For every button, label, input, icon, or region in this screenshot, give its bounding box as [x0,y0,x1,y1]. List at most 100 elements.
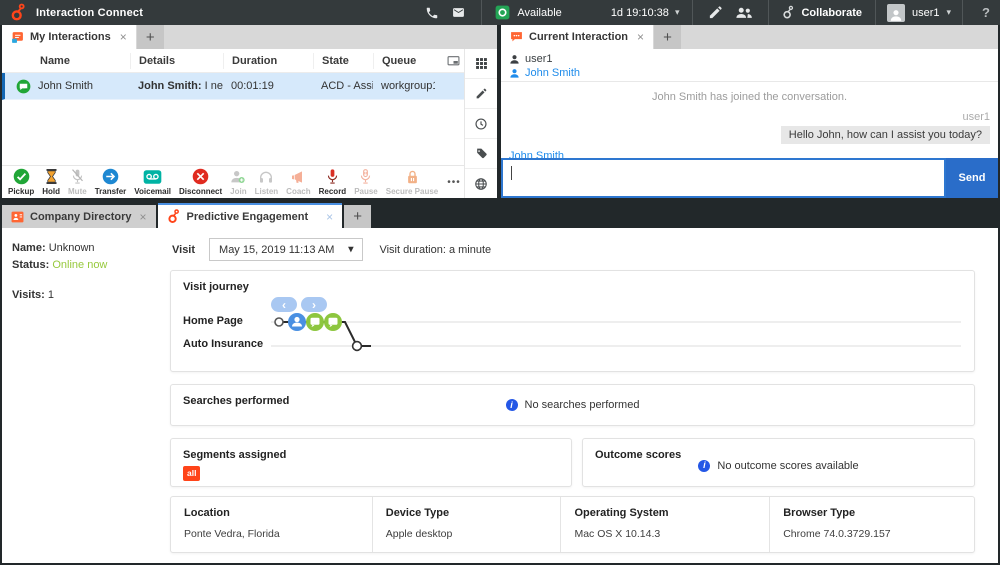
notes-pencil-icon[interactable] [465,79,497,109]
cell-duration: 00:01:19 [223,80,313,92]
segment-tag[interactable]: all [183,466,200,481]
chat-interaction-icon [16,79,31,94]
interaction-command-toolbar: Pickup Hold Mute Transfer Voicemail Disc… [2,165,464,198]
add-tab-button[interactable]: + [654,25,681,49]
segments-assigned-card: Segments assigned all [170,438,572,487]
visit-label: Visit [172,244,195,256]
predictive-engagement-icon [167,209,181,224]
grid-view-icon[interactable] [465,49,497,79]
history-clock-icon[interactable] [465,109,497,139]
status-label: Available [517,7,561,19]
mute-button[interactable]: Mute [64,166,91,198]
empty-text: No outcome scores available [717,460,858,472]
interactions-tabbar: My Interactions × + [2,25,497,49]
pause-mic-icon [358,168,373,185]
tab-current-interaction[interactable]: Current Interaction × [501,25,653,49]
column-duration[interactable]: Duration [223,53,313,69]
participant-name: user1 [525,53,553,65]
journey-timeline-graphic[interactable] [271,309,961,357]
globe-icon[interactable] [465,169,497,198]
operating-system-column: Operating System Mac OS X 10.14.3 [560,497,769,552]
agent-status-selector[interactable]: Available 1d 19:10:38 ▾ [491,5,683,20]
tab-predictive-engagement[interactable]: Predictive Engagement × [158,203,343,228]
interaction-row-john-smith[interactable]: John Smith John Smith: I need so… 00:01:… [2,73,464,100]
people-group-icon[interactable] [729,0,759,25]
collaborate-button[interactable]: Collaborate [778,5,866,20]
column-state[interactable]: State [313,53,373,69]
predictive-engagement-content: Name: Unknown Status: Online now Visits:… [2,228,998,563]
hold-button[interactable]: Hold [38,166,64,198]
column-details[interactable]: Details [130,53,223,69]
view-tools-strip [464,49,497,198]
card-title: Segments assigned [183,449,286,461]
add-tab-button[interactable]: + [137,25,164,49]
detail-label: Operating System [574,507,769,519]
detail-label: Device Type [386,507,561,519]
text-caret [511,166,512,180]
secure-pause-button[interactable]: Secure Pause [382,166,442,198]
visitor-name-value: Unknown [49,242,95,254]
cell-details: John Smith: I need so… [130,80,223,92]
location-column: Location Ponte Vedra, Florida [171,497,372,552]
phone-icon[interactable] [419,0,445,25]
hold-hourglass-icon [44,168,59,185]
pickup-button[interactable]: Pickup [4,166,38,198]
close-icon[interactable]: × [326,210,333,224]
participant-customer[interactable]: John Smith [509,66,990,80]
disconnect-button[interactable]: Disconnect [175,166,226,198]
visitor-visits-line: Visits: 1 [12,287,107,304]
pause-button[interactable]: Pause [350,166,382,198]
visit-detail-area: Visit May 15, 2019 11:13 AM ▾ Visit dura… [170,228,975,563]
detail-label: Browser Type [783,507,974,519]
chat-input-area: Send [501,158,998,198]
upper-workspace: My Interactions × + Name Details Duratio… [0,25,1000,198]
tab-my-interactions[interactable]: My Interactions × [2,25,136,49]
chevron-down-icon: ▾ [348,244,353,255]
tab-label: My Interactions [30,31,111,43]
visitor-name-line: Name: Unknown [12,240,107,257]
coach-megaphone-icon [290,169,306,185]
more-actions-button[interactable]: ••• [444,177,464,188]
voicemail-mail-icon[interactable] [445,0,472,25]
participant-agent[interactable]: user1 [509,52,990,66]
join-button[interactable]: Join [226,166,250,198]
add-tab-button[interactable]: + [344,205,371,228]
detail-value: Apple desktop [386,528,561,540]
compose-icon[interactable] [702,0,729,25]
collaborate-label: Collaborate [801,7,862,19]
participant-name: John Smith [525,67,580,79]
avatar [887,4,905,22]
info-icon: i [698,460,710,472]
visitor-environment-card: Location Ponte Vedra, Florida Device Typ… [170,496,975,553]
info-icon: i [506,399,518,411]
visit-date-value: May 15, 2019 11:13 AM [219,244,334,256]
my-interactions-panel: My Interactions × + Name Details Duratio… [2,25,497,198]
close-icon[interactable]: × [637,30,644,44]
chat-tabbar: Current Interaction × + [501,25,998,49]
close-icon[interactable]: × [139,210,146,224]
interactions-table-header: Name Details Duration State Queue [2,49,464,73]
visit-date-dropdown[interactable]: May 15, 2019 11:13 AM ▾ [209,238,363,261]
column-queue[interactable]: Queue [373,53,435,69]
detail-label: Location [184,507,372,519]
dock-view-icon[interactable] [435,53,464,69]
user-menu[interactable]: user1 ▾ [885,4,953,22]
customer-message-group: John Smith I need some help purchasing i… [501,150,998,158]
record-button[interactable]: Record [315,166,351,198]
tag-icon[interactable] [465,139,497,169]
voicemail-button[interactable]: Voicemail [130,166,175,198]
column-name[interactable]: Name [2,53,130,69]
listen-button[interactable]: Listen [251,166,283,198]
send-button[interactable]: Send [946,158,998,198]
transfer-button[interactable]: Transfer [91,166,131,198]
help-button[interactable]: ? [972,5,1000,20]
close-icon[interactable]: × [120,30,127,44]
current-interaction-panel: Current Interaction × + user1 John Smith… [501,25,998,198]
visit-duration-text: Visit duration: a minute [379,244,491,256]
tab-company-directory[interactable]: Company Directory × [2,205,156,228]
current-interaction-icon [510,31,523,43]
chat-message-input[interactable] [501,158,946,198]
visitor-info: Name: Unknown Status: Online now Visits:… [12,240,107,304]
message-sender: John Smith [509,150,998,158]
coach-button[interactable]: Coach [282,166,314,198]
